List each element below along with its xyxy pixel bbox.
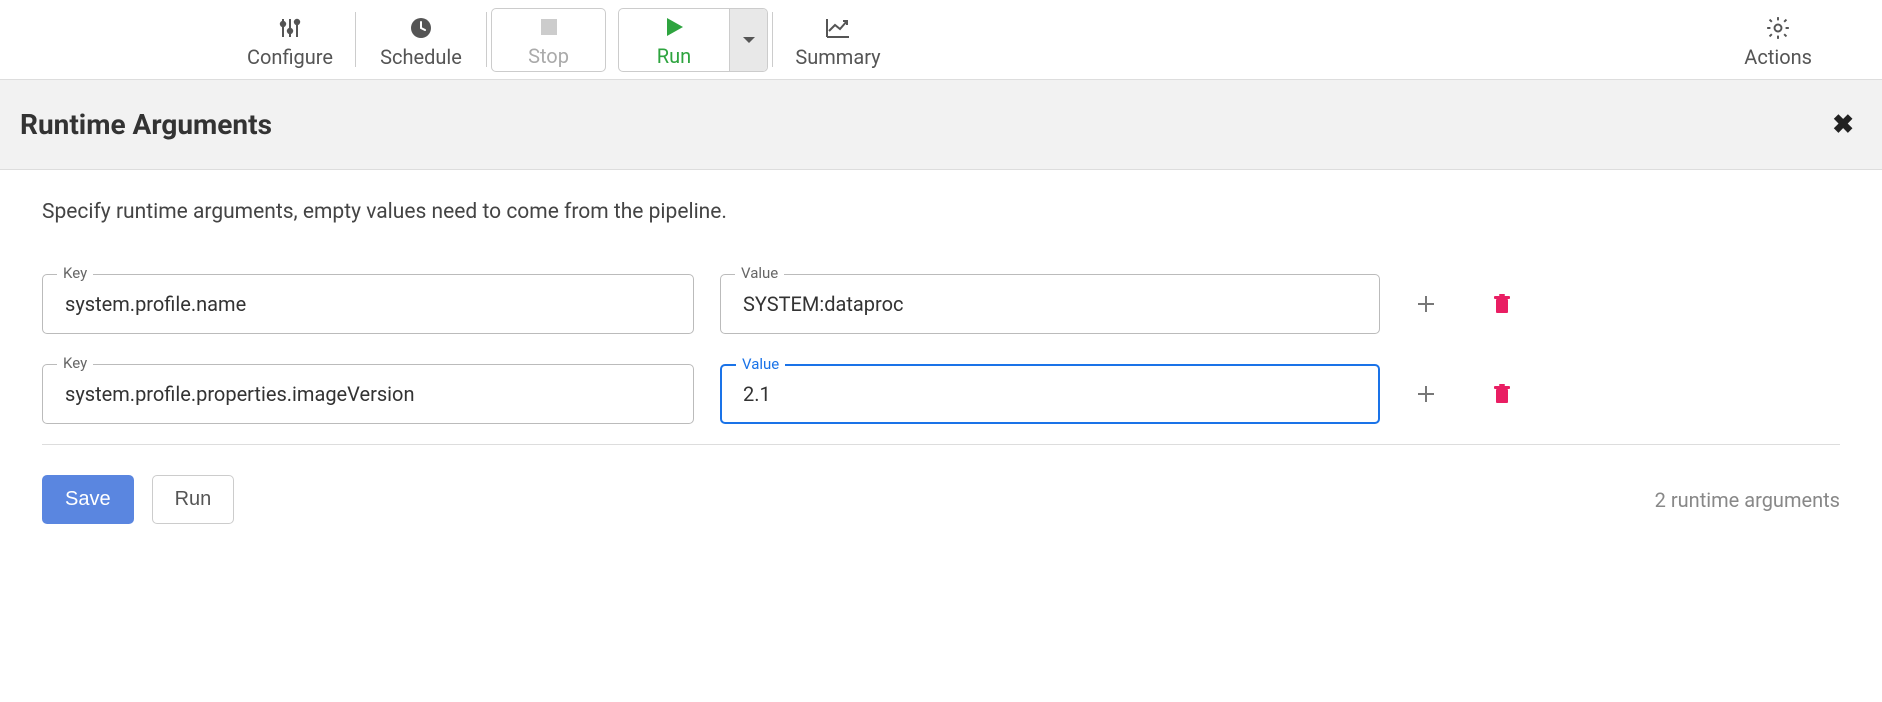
run-stop-group: Stop Run bbox=[487, 0, 772, 79]
toolbar-right: Actions bbox=[1734, 0, 1822, 79]
configure-label: Configure bbox=[247, 47, 333, 67]
panel-header: Runtime Arguments ✖ bbox=[0, 80, 1882, 170]
play-icon bbox=[663, 12, 685, 42]
stop-button[interactable]: Stop bbox=[491, 8, 606, 72]
clock-icon bbox=[409, 13, 433, 43]
stop-label: Stop bbox=[528, 44, 569, 68]
summary-button[interactable]: Summary bbox=[773, 0, 903, 79]
add-row-button[interactable] bbox=[1406, 284, 1446, 324]
run-button[interactable]: Run bbox=[619, 9, 729, 71]
value-field[interactable]: Value bbox=[720, 364, 1380, 424]
stop-icon bbox=[538, 12, 560, 42]
arguments-count: 2 runtime arguments bbox=[1655, 488, 1840, 512]
key-input[interactable] bbox=[63, 291, 673, 317]
value-legend: Value bbox=[736, 355, 785, 373]
key-field[interactable]: Key bbox=[42, 364, 694, 424]
run-label: Run bbox=[657, 44, 691, 68]
toolbar: Configure Schedule Stop Run bbox=[0, 0, 1882, 80]
chart-line-icon bbox=[825, 13, 851, 43]
value-input[interactable] bbox=[741, 381, 1359, 407]
plus-icon bbox=[1415, 293, 1437, 315]
actions-label: Actions bbox=[1744, 47, 1812, 67]
summary-label: Summary bbox=[795, 47, 880, 67]
key-input[interactable] bbox=[63, 381, 673, 407]
delete-row-button[interactable] bbox=[1482, 374, 1522, 414]
chevron-down-icon bbox=[741, 32, 757, 48]
key-legend: Key bbox=[57, 354, 93, 372]
panel-body: Specify runtime arguments, empty values … bbox=[0, 170, 1882, 564]
value-legend: Value bbox=[735, 264, 784, 282]
delete-row-button[interactable] bbox=[1482, 284, 1522, 324]
run-dropdown-button[interactable] bbox=[729, 9, 767, 71]
close-icon: ✖ bbox=[1832, 110, 1854, 140]
schedule-label: Schedule bbox=[380, 47, 462, 67]
schedule-button[interactable]: Schedule bbox=[356, 0, 486, 79]
footer-actions: Save Run bbox=[42, 475, 234, 524]
configure-button[interactable]: Configure bbox=[225, 0, 355, 79]
panel-title: Runtime Arguments bbox=[20, 108, 272, 141]
save-button[interactable]: Save bbox=[42, 475, 134, 524]
close-button[interactable]: ✖ bbox=[1824, 110, 1862, 140]
trash-icon bbox=[1493, 294, 1511, 314]
key-field[interactable]: Key bbox=[42, 274, 694, 334]
arguments-list: Key Value Key Value bbox=[42, 274, 1840, 445]
run-args-button[interactable]: Run bbox=[152, 475, 235, 524]
panel-footer: Save Run 2 runtime arguments bbox=[42, 475, 1840, 524]
plus-icon bbox=[1415, 383, 1437, 405]
panel-description: Specify runtime arguments, empty values … bbox=[42, 200, 1840, 224]
key-legend: Key bbox=[57, 264, 93, 282]
add-row-button[interactable] bbox=[1406, 374, 1446, 414]
argument-row: Key Value bbox=[42, 364, 1840, 424]
actions-button[interactable]: Actions bbox=[1734, 13, 1822, 67]
trash-icon bbox=[1493, 384, 1511, 404]
argument-row: Key Value bbox=[42, 274, 1840, 334]
sliders-icon bbox=[278, 13, 302, 43]
run-split-button: Run bbox=[618, 8, 768, 72]
gear-icon bbox=[1765, 13, 1791, 43]
value-field[interactable]: Value bbox=[720, 274, 1380, 334]
value-input[interactable] bbox=[741, 291, 1359, 317]
